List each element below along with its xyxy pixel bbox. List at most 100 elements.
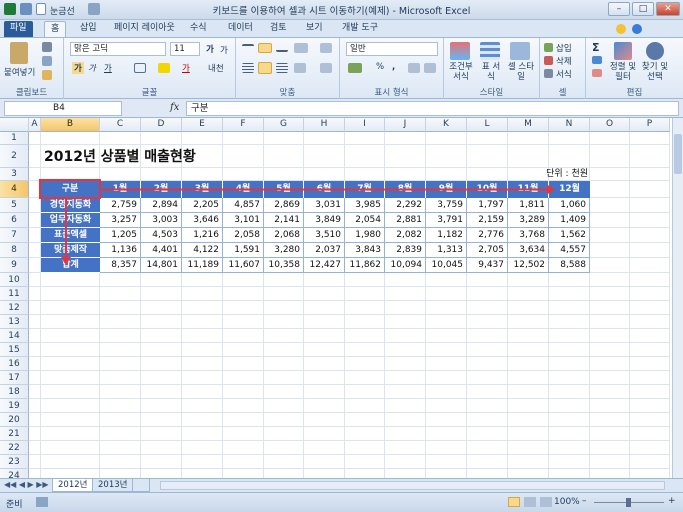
data-cell[interactable]: 2,759 <box>100 198 141 213</box>
row-header-2[interactable]: 2 <box>0 145 29 168</box>
data-cell[interactable]: 1,216 <box>182 228 223 243</box>
row-header-22[interactable]: 22 <box>0 441 29 455</box>
data-cell[interactable]: 10,358 <box>264 258 304 273</box>
data-cell[interactable]: 3,003 <box>141 213 182 228</box>
data-cell[interactable]: 2,292 <box>385 198 426 213</box>
shrink-font-button[interactable]: 가 <box>220 44 228 56</box>
clear-icon[interactable] <box>592 69 602 77</box>
data-cell[interactable]: 2,869 <box>264 198 304 213</box>
data-cell[interactable]: 8,588 <box>549 258 590 273</box>
sheet-tab-2013[interactable]: 2013년 <box>92 479 134 492</box>
data-cell[interactable]: 11,607 <box>223 258 264 273</box>
indent-icon[interactable] <box>294 63 306 73</box>
macro-record-icon[interactable] <box>36 497 48 507</box>
header-cell-month-1[interactable]: 1월 <box>100 181 141 198</box>
column-header-k[interactable]: K <box>426 118 467 132</box>
data-cell[interactable]: 1,205 <box>100 228 141 243</box>
data-cell[interactable]: 3,985 <box>345 198 385 213</box>
merge-center-icon[interactable] <box>320 63 332 73</box>
zoom-in-button[interactable]: + <box>668 496 676 506</box>
row-header-18[interactable]: 18 <box>0 385 29 399</box>
data-cell[interactable]: 4,122 <box>182 243 223 258</box>
align-left-icon[interactable] <box>242 63 254 73</box>
data-cell[interactable]: 3,768 <box>508 228 549 243</box>
column-header-o[interactable]: O <box>590 118 630 132</box>
number-format-dropdown[interactable]: 일반 <box>346 42 438 56</box>
data-cell[interactable]: 12,502 <box>508 258 549 273</box>
cut-icon[interactable] <box>42 42 52 52</box>
vertical-scrollbar[interactable] <box>672 118 683 478</box>
sort-filter-icon[interactable] <box>614 42 632 60</box>
autosum-button[interactable]: Σ <box>592 41 600 54</box>
header-cell-month-4[interactable]: 4월 <box>223 181 264 198</box>
header-cell-month-6[interactable]: 6월 <box>304 181 345 198</box>
align-right-icon[interactable] <box>276 63 288 73</box>
help-icon[interactable] <box>632 24 642 34</box>
sort-filter-button[interactable]: 정렬 및 필터 <box>608 62 638 82</box>
minimize-button[interactable]: – <box>608 2 630 16</box>
tab-view[interactable]: 보기 <box>300 21 329 37</box>
cell-styles-icon[interactable] <box>510 42 530 60</box>
font-name-dropdown[interactable]: 맑은 고딕 <box>70 42 166 56</box>
row-header-17[interactable]: 17 <box>0 371 29 385</box>
comma-button[interactable]: , <box>392 62 395 72</box>
column-header-l[interactable]: L <box>467 118 508 132</box>
data-cell[interactable]: 12,427 <box>304 258 345 273</box>
column-header-a[interactable]: A <box>29 118 41 132</box>
data-cell[interactable]: 2,037 <box>304 243 345 258</box>
font-color-button[interactable]: 가 <box>182 62 190 74</box>
conditional-format-button[interactable]: 조건부 서식 <box>446 62 476 82</box>
data-cell[interactable]: 2,159 <box>467 213 508 228</box>
row-header-20[interactable]: 20 <box>0 413 29 427</box>
conditional-format-icon[interactable] <box>450 42 470 60</box>
data-cell[interactable]: 3,510 <box>304 228 345 243</box>
column-header-c[interactable]: C <box>100 118 141 132</box>
data-cell[interactable]: 2,881 <box>385 213 426 228</box>
zoom-slider-thumb[interactable] <box>626 498 631 507</box>
format-table-icon[interactable] <box>480 42 500 60</box>
phonetic-button[interactable]: 내천 <box>208 62 224 74</box>
format-table-button[interactable]: 표 서식 <box>478 62 504 82</box>
find-select-icon[interactable] <box>646 42 664 60</box>
data-cell[interactable]: 3,791 <box>426 213 467 228</box>
row-header-16[interactable]: 16 <box>0 357 29 371</box>
unit-label[interactable]: 단위 : 천원 <box>508 168 590 181</box>
header-cell-month-11[interactable]: 11월 <box>508 181 549 198</box>
data-cell[interactable]: 4,503 <box>141 228 182 243</box>
header-cell-month-5[interactable]: 5월 <box>264 181 304 198</box>
grow-font-button[interactable]: 가 <box>206 43 214 55</box>
data-cell[interactable]: 3,257 <box>100 213 141 228</box>
delete-cells-button[interactable]: 삭제 <box>556 55 572 67</box>
data-cell[interactable]: 1,980 <box>345 228 385 243</box>
tab-insert[interactable]: 삽입 <box>74 21 103 37</box>
row-header-11[interactable]: 11 <box>0 287 29 301</box>
column-header-i[interactable]: I <box>345 118 385 132</box>
zoom-level[interactable]: 100% <box>554 497 580 507</box>
data-cell[interactable]: 2,894 <box>141 198 182 213</box>
data-cell[interactable]: 3,843 <box>345 243 385 258</box>
column-header-h[interactable]: H <box>304 118 345 132</box>
data-cell[interactable]: 1,811 <box>508 198 549 213</box>
row-label-cell[interactable]: 업무자동화 <box>41 213 100 228</box>
restore-button[interactable]: □ <box>632 2 654 16</box>
data-cell[interactable]: 2,705 <box>467 243 508 258</box>
column-header-e[interactable]: E <box>182 118 223 132</box>
wrap-text-icon[interactable] <box>320 43 332 53</box>
column-header-f[interactable]: F <box>223 118 264 132</box>
row-label-cell[interactable]: 합계 <box>41 258 100 273</box>
format-painter-icon[interactable] <box>42 70 52 80</box>
data-cell[interactable]: 1,562 <box>549 228 590 243</box>
tab-page-layout[interactable]: 페이지 레이아웃 <box>108 21 181 37</box>
row-header-19[interactable]: 19 <box>0 399 29 413</box>
data-cell[interactable]: 3,101 <box>223 213 264 228</box>
cell-styles-button[interactable]: 셀 스타일 <box>506 62 536 82</box>
find-select-button[interactable]: 찾기 및 선택 <box>638 62 672 82</box>
align-bottom-icon[interactable] <box>276 44 288 52</box>
border-icon[interactable] <box>134 63 146 73</box>
insert-cells-button[interactable]: 삽입 <box>556 42 572 54</box>
page-break-view-icon[interactable] <box>540 497 552 507</box>
header-cell-month-2[interactable]: 2월 <box>141 181 182 198</box>
tab-developer[interactable]: 개발 도구 <box>336 21 384 37</box>
select-all-corner[interactable] <box>0 118 29 132</box>
data-cell[interactable]: 2,839 <box>385 243 426 258</box>
